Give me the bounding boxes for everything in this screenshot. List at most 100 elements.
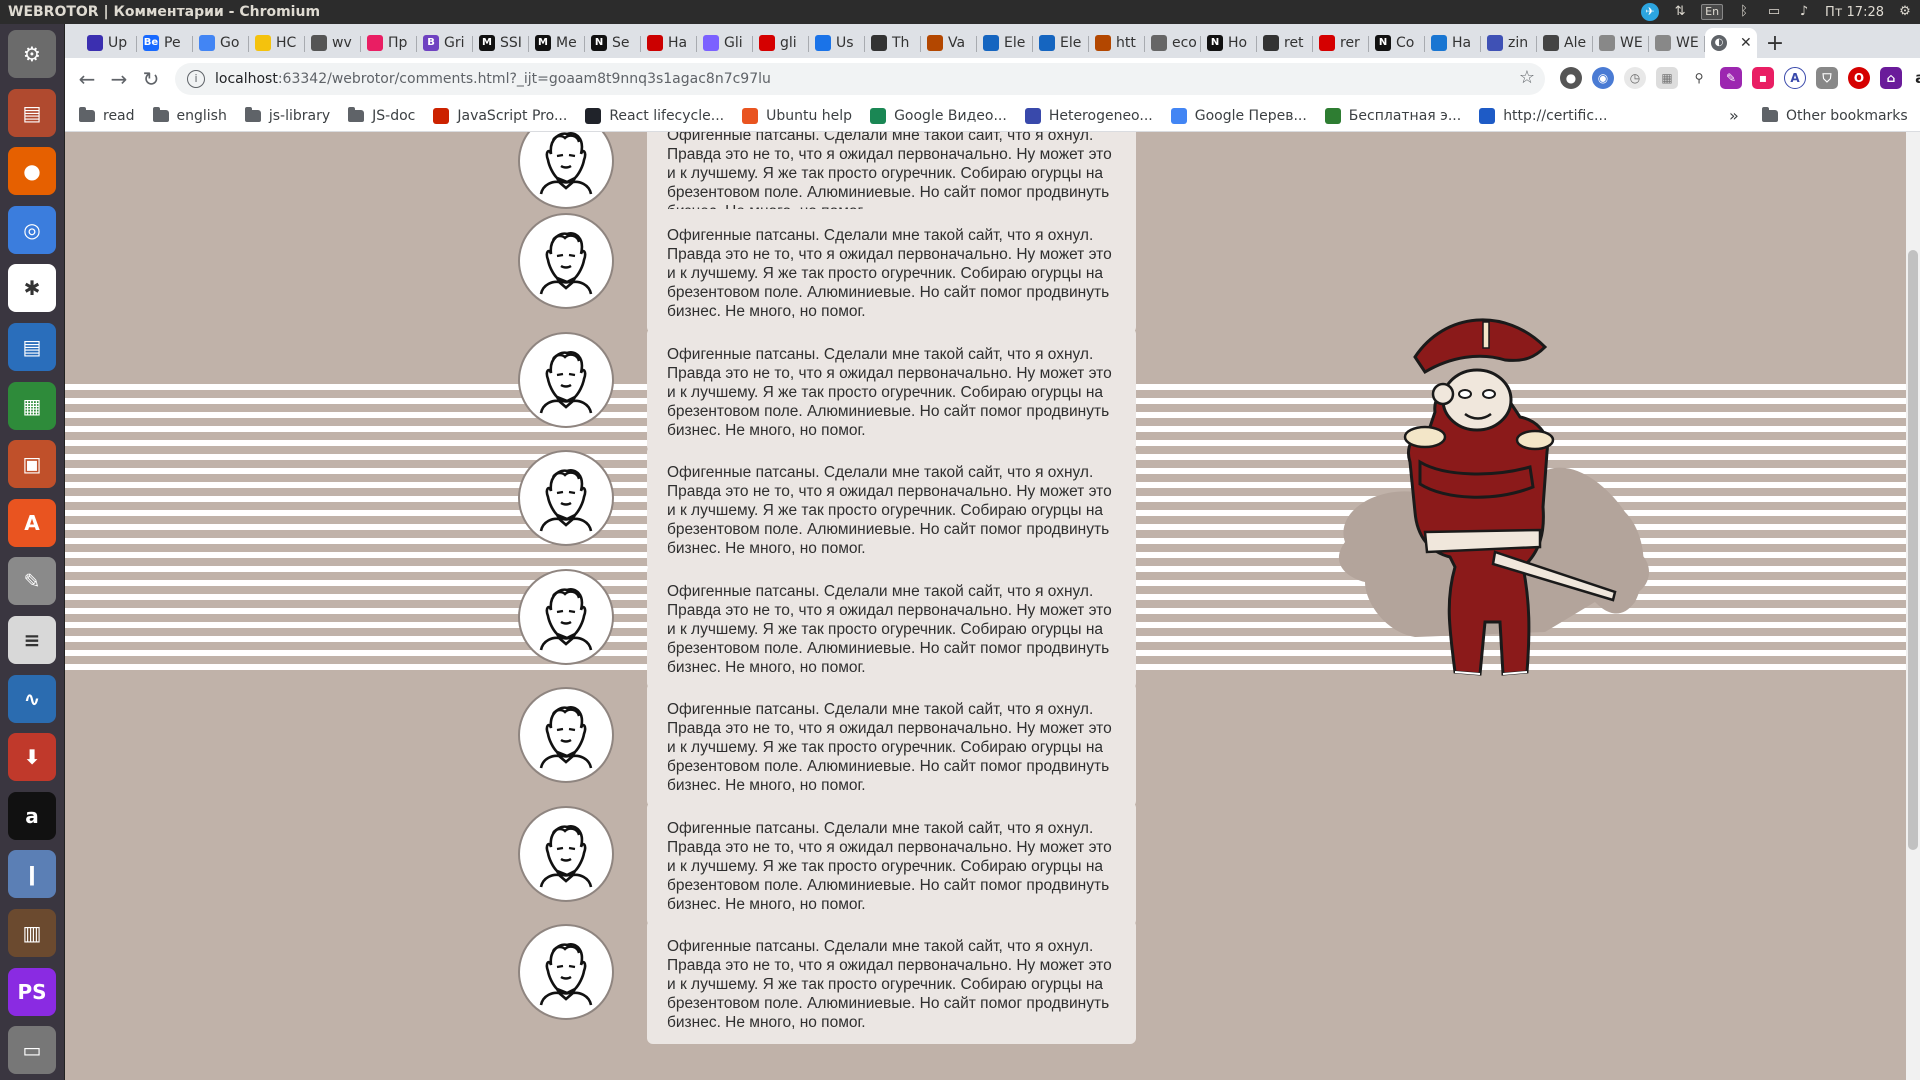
thermometer-icon[interactable]: ǀ xyxy=(8,850,56,899)
new-tab-button[interactable]: + xyxy=(1757,28,1793,58)
other-bookmarks-folder[interactable]: Other bookmarks xyxy=(1762,100,1908,132)
extension-clock-icon[interactable]: ◷ xyxy=(1624,67,1646,89)
opera-icon[interactable]: O xyxy=(1848,67,1870,89)
extension-house-icon[interactable]: ⌂ xyxy=(1880,67,1902,89)
browser-tab[interactable]: B Gri xyxy=(417,28,473,58)
browser-tab[interactable]: Go xyxy=(193,28,249,58)
browser-tab[interactable]: Up xyxy=(81,28,137,58)
browser-tab[interactable]: Gli xyxy=(697,28,753,58)
browser-tab[interactable]: ret xyxy=(1257,28,1313,58)
extension-pink-icon[interactable]: ▪ xyxy=(1752,67,1774,89)
bookmark-folder[interactable]: read xyxy=(79,106,135,124)
calc-icon[interactable]: ▦ xyxy=(8,381,56,430)
firefox-icon[interactable]: ● xyxy=(8,147,56,196)
browser-tab[interactable]: N Se xyxy=(585,28,641,58)
address-bar[interactable]: i localhost:63342/webrotor/comments.html… xyxy=(175,63,1545,95)
files-icon[interactable]: ▤ xyxy=(8,88,56,137)
amazon-icon[interactable]: a xyxy=(8,791,56,840)
telegram-icon[interactable]: ✈ xyxy=(1641,3,1660,21)
browser-tab[interactable]: HC xyxy=(249,28,305,58)
browser-tab[interactable]: gli xyxy=(753,28,809,58)
bookmark-folder[interactable]: english xyxy=(152,106,227,124)
bookmark-label: read xyxy=(103,107,135,124)
close-tab-icon[interactable]: ✕ xyxy=(1740,35,1752,51)
extension-blue-icon[interactable]: ◉ xyxy=(1592,67,1614,89)
impress-icon[interactable]: ▣ xyxy=(8,440,56,489)
avatar xyxy=(518,687,614,783)
browser-tab[interactable]: M SSI xyxy=(473,28,529,58)
system-settings-icon[interactable]: ✎ xyxy=(8,557,56,606)
scanner-icon[interactable]: ▭ xyxy=(8,1026,56,1075)
browser-tab[interactable]: WE xyxy=(1593,28,1649,58)
browser-tab[interactable]: Пр xyxy=(361,28,417,58)
bookmark-link[interactable]: Google Перев... xyxy=(1170,107,1307,124)
bookmark-link[interactable]: http://certific... xyxy=(1479,107,1608,124)
tab-label: WE xyxy=(1620,35,1643,51)
browser-tab[interactable]: N Ho xyxy=(1201,28,1257,58)
bearded-man-avatar-icon xyxy=(539,351,593,414)
forward-icon[interactable]: → xyxy=(103,63,135,95)
extension-picker-icon[interactable]: ⚲ xyxy=(1688,67,1710,89)
browser-tab[interactable]: Ha xyxy=(641,28,697,58)
browser-tab[interactable]: Ele xyxy=(1033,28,1089,58)
browser-tab[interactable]: WE xyxy=(1649,28,1705,58)
extension-ae-icon[interactable]: æ xyxy=(1912,67,1920,89)
bookmark-link[interactable]: JavaScript Pro... xyxy=(433,107,567,124)
browser-tab[interactable]: Be Pe xyxy=(137,28,193,58)
bookmark-star-icon[interactable]: ☆ xyxy=(1519,67,1535,88)
browser-tab[interactable]: wv xyxy=(305,28,361,58)
bookmark-link[interactable]: Ubuntu help xyxy=(742,107,852,124)
browser-tab[interactable]: rer xyxy=(1313,28,1369,58)
settings-gear-icon[interactable]: ⚙ xyxy=(1896,4,1914,20)
browser-tab[interactable]: htt xyxy=(1089,28,1145,58)
network-icon[interactable]: ⇅ xyxy=(1671,4,1689,20)
tab-active[interactable]: ◐ ✕ xyxy=(1705,28,1757,58)
site-info-icon[interactable]: i xyxy=(187,70,205,88)
volume-icon[interactable]: ♪ xyxy=(1795,4,1813,20)
books-icon[interactable]: ▥ xyxy=(8,909,56,957)
bookmark-link[interactable]: Heterogeneo... xyxy=(1024,107,1153,124)
bookmark-folder[interactable]: JS-doc xyxy=(348,106,415,124)
extension-grid-icon[interactable]: ▦ xyxy=(1656,67,1678,89)
browser-tab[interactable]: Ale xyxy=(1537,28,1593,58)
chromium-icon[interactable]: ◎ xyxy=(8,205,56,254)
phpstorm-icon[interactable]: PS xyxy=(8,967,56,1016)
browser-tab[interactable]: M Me xyxy=(529,28,585,58)
keyboard-layout-indicator[interactable]: En xyxy=(1701,4,1724,20)
page-scrollbar[interactable] xyxy=(1906,132,1920,1080)
browser-tab[interactable]: N Co xyxy=(1369,28,1425,58)
bookmark-label: React lifecycle... xyxy=(609,107,725,124)
writer-icon[interactable]: ▤ xyxy=(8,323,56,371)
browser-tab[interactable]: Ele xyxy=(977,28,1033,58)
extension-a-icon[interactable]: A xyxy=(1784,67,1806,89)
battery-icon[interactable]: ▭ xyxy=(1765,4,1783,20)
software-center-icon[interactable]: A xyxy=(8,498,56,547)
browser-tab[interactable]: eco xyxy=(1145,28,1201,58)
extension-pen-icon[interactable]: ✎ xyxy=(1720,67,1742,89)
extension-shield-icon[interactable]: ⛉ xyxy=(1816,67,1838,89)
installer-icon[interactable]: ⬇ xyxy=(8,733,56,782)
browser-tab[interactable]: Va xyxy=(921,28,977,58)
bookmark-favicon-icon xyxy=(742,107,759,124)
bookmark-link[interactable]: React lifecycle... xyxy=(585,107,725,124)
bookmark-link[interactable]: Google Видео... xyxy=(870,107,1007,124)
browser-window: Up Be Pe Go HC wv Пр B Gri M SSI M Me N Se Ha Gli gli Us Th… xyxy=(65,24,1920,1080)
text-editor-icon[interactable]: ≡ xyxy=(8,616,56,664)
back-icon[interactable]: ← xyxy=(71,63,103,95)
bookmarks-overflow-button[interactable]: » xyxy=(1729,100,1739,132)
reload-icon[interactable]: ↻ xyxy=(135,63,167,95)
clock[interactable]: Пт 17:28 xyxy=(1825,5,1884,20)
browser-tab[interactable]: zin xyxy=(1481,28,1537,58)
bookmark-label: http://certific... xyxy=(1503,107,1608,124)
bluetooth-icon[interactable]: ᛒ xyxy=(1735,4,1753,20)
slack-icon[interactable]: ✱ xyxy=(8,264,56,313)
extension-dark-icon[interactable]: ● xyxy=(1560,67,1582,89)
bookmark-folder[interactable]: js-library xyxy=(244,106,330,124)
system-monitor-icon[interactable]: ∿ xyxy=(8,674,56,723)
browser-tab[interactable]: Th xyxy=(865,28,921,58)
bookmark-link[interactable]: Бесплатная э... xyxy=(1324,107,1461,124)
ubuntu-settings-icon[interactable]: ⚙ xyxy=(8,30,56,78)
browser-tab[interactable]: Ha xyxy=(1425,28,1481,58)
browser-tab[interactable]: Us xyxy=(809,28,865,58)
scrollbar-thumb[interactable] xyxy=(1908,250,1918,850)
